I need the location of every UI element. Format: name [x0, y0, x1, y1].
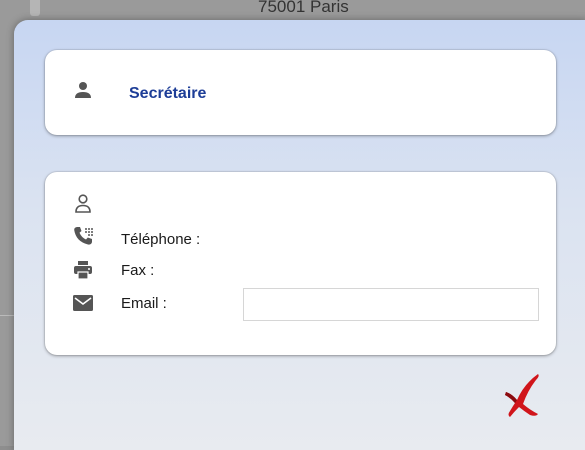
close-button[interactable] [502, 370, 542, 418]
background-tab [30, 0, 40, 16]
person-outline-icon [75, 194, 91, 213]
contact-card: Téléphone : Fax : Email : [45, 172, 556, 355]
fax-label: Fax : [121, 262, 155, 279]
printer-icon [74, 261, 92, 280]
red-x-close-icon [505, 374, 539, 417]
person-icon [75, 82, 91, 98]
background-address-text: 75001 Paris [258, 0, 349, 14]
role-card: Secrétaire [45, 50, 556, 135]
email-field[interactable] [243, 288, 539, 321]
email-label: Email : [121, 295, 167, 312]
mail-icon [73, 295, 93, 311]
role-title: Secrétaire [129, 85, 207, 102]
phone-icon [74, 227, 93, 245]
telephone-label: Téléphone : [121, 231, 201, 248]
background-divider [0, 315, 14, 316]
contact-dialog: Secrétaire Téléphone : Fax : Email: [14, 20, 585, 450]
